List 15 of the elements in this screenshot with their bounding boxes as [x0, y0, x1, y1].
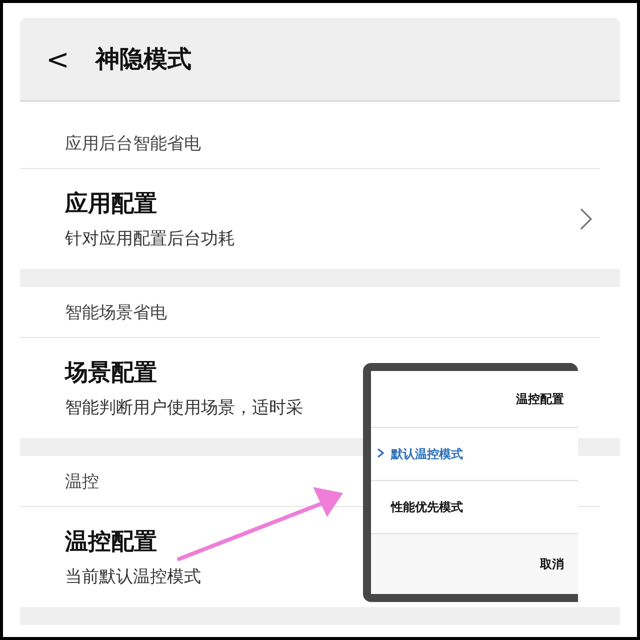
- setting-subtitle: 针对应用配置后台功耗: [65, 228, 235, 250]
- dialog-title: 温控配置: [516, 390, 564, 408]
- section-heading: 智能场景省电: [20, 287, 600, 338]
- setting-title[interactable]: 场景配置: [65, 357, 157, 388]
- setting-title[interactable]: 温控配置: [65, 526, 157, 557]
- section-heading: 应用后台智能省电: [20, 118, 600, 169]
- setting-title[interactable]: 应用配置: [65, 188, 157, 219]
- back-button[interactable]: <: [46, 42, 70, 76]
- setting-subtitle: 当前默认温控模式: [65, 566, 201, 588]
- cancel-button[interactable]: 取消: [540, 556, 564, 572]
- page-title: 神隐模式: [95, 44, 192, 75]
- chevron-right-icon: [377, 448, 384, 458]
- setting-subtitle: 智能判断用户使用场景，适时采: [65, 397, 303, 419]
- chevron-right-icon[interactable]: [580, 208, 592, 230]
- mode-option[interactable]: 默认温控模式: [371, 428, 578, 481]
